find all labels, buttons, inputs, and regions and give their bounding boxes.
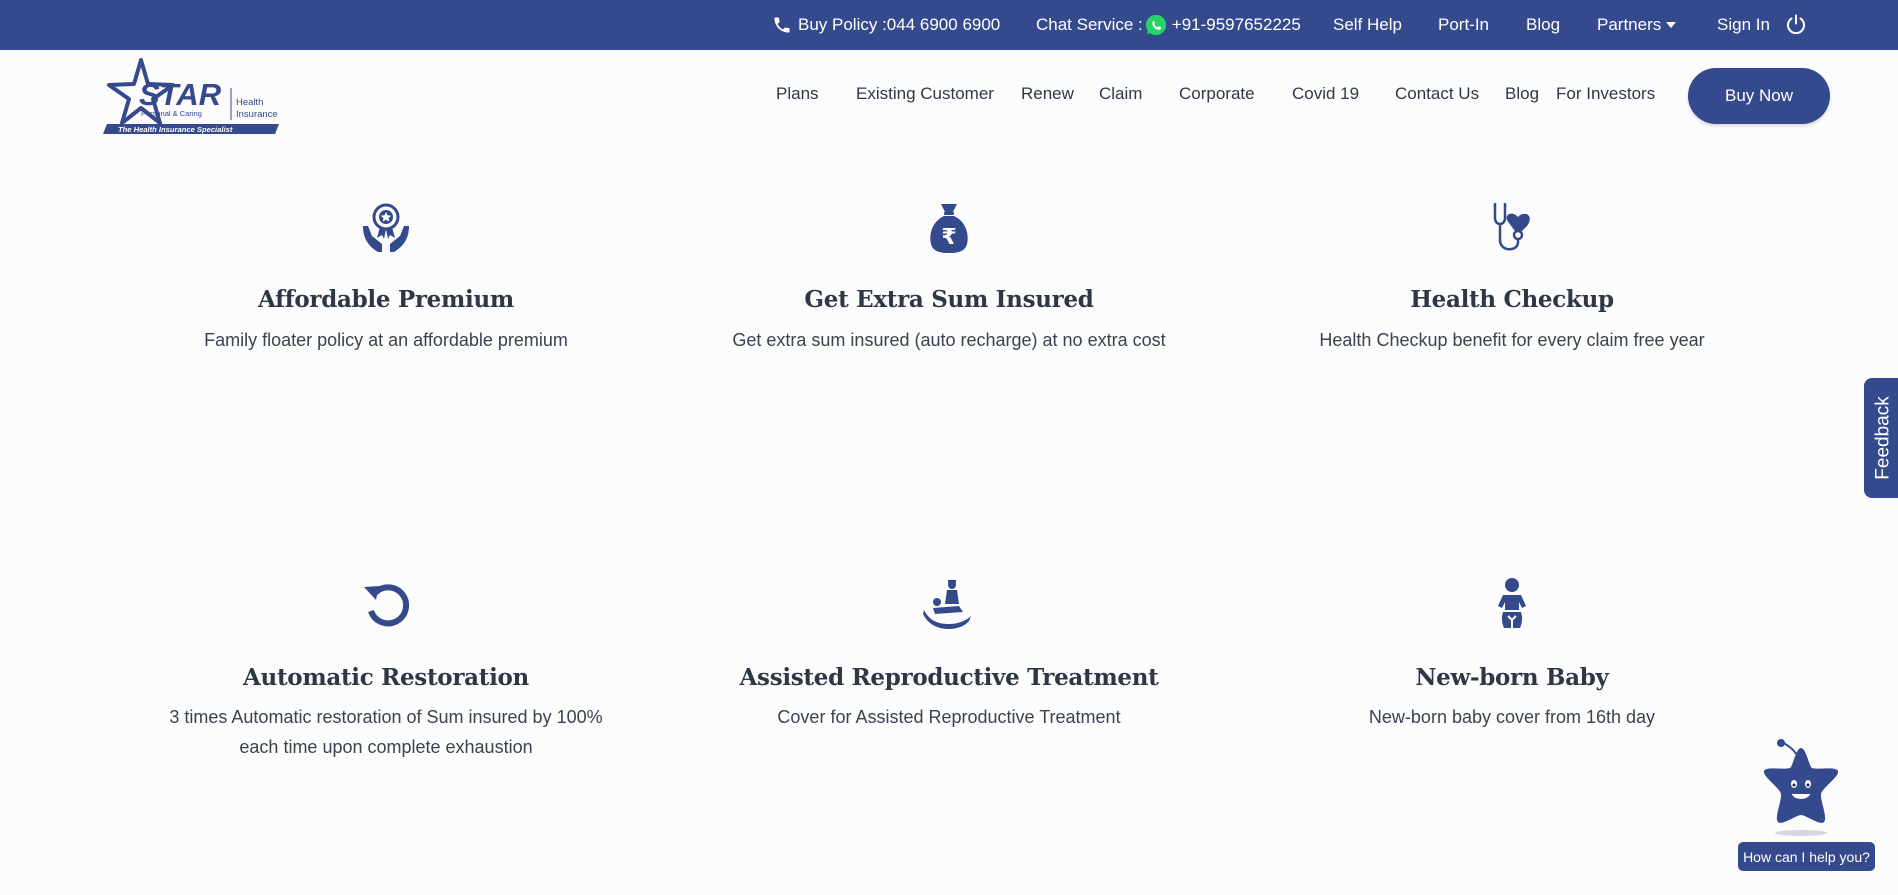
partners-label: Partners xyxy=(1597,15,1662,34)
chat-number: +91-9597652225 xyxy=(1171,15,1301,34)
phone-icon xyxy=(772,15,792,35)
partners-dropdown[interactable]: Partners xyxy=(1597,0,1677,50)
chatbot-star-mascot[interactable] xyxy=(1756,738,1846,838)
nav-contact-us[interactable]: Contact Us xyxy=(1395,84,1479,104)
logo-insurance: Insurance xyxy=(236,109,278,120)
chat-service-link[interactable]: Chat Service : +91-9597652225 xyxy=(1036,0,1301,50)
sign-in-label: Sign In xyxy=(1717,15,1770,34)
feature-extra-sum-insured: ₹ Get Extra Sum Insured Get extra sum in… xyxy=(689,198,1209,355)
top-bar: Buy Policy :044 6900 6900 Chat Service :… xyxy=(0,0,1898,50)
port-in-label: Port-In xyxy=(1438,15,1490,34)
feature-title: New-born Baby xyxy=(1415,664,1609,691)
feature-automatic-restoration: Automatic Restoration 3 times Automatic … xyxy=(126,576,646,762)
top-blog-link[interactable]: Blog xyxy=(1526,0,1560,50)
nav-for-investors[interactable]: For Investors xyxy=(1556,84,1655,104)
nav-covid[interactable]: Covid 19 xyxy=(1292,84,1359,104)
logo-tagline: The Health Insurance Specialist xyxy=(118,125,233,134)
nav-plans[interactable]: Plans xyxy=(776,84,819,104)
svg-text:₹: ₹ xyxy=(941,225,956,250)
award-hands-icon xyxy=(356,198,416,258)
feature-title: Affordable Premium xyxy=(258,286,514,313)
feature-title: Automatic Restoration xyxy=(243,664,529,691)
nav-claim[interactable]: Claim xyxy=(1099,84,1142,104)
feature-health-checkup: Health Checkup Health Checkup benefit fo… xyxy=(1252,198,1772,355)
feature-description-line-1: 3 times Automatic restoration of Sum ins… xyxy=(169,707,603,727)
power-icon xyxy=(1784,13,1808,37)
feature-title: Get Extra Sum Insured xyxy=(804,286,1094,313)
feature-title: Health Checkup xyxy=(1410,286,1614,313)
stethoscope-heart-icon xyxy=(1482,198,1542,258)
chat-service-label: Chat Service : xyxy=(1036,15,1143,34)
star-health-logo[interactable]: STAR Personal & Caring Health Insurance … xyxy=(103,58,281,136)
feature-description: Family floater policy at an affordable p… xyxy=(204,330,568,350)
feature-description-line-2: each time upon complete exhaustion xyxy=(239,737,533,757)
feature-description: Health Checkup benefit for every claim f… xyxy=(1319,330,1705,350)
feature-new-born-baby: New-born Baby New-born baby cover from 1… xyxy=(1252,576,1772,732)
sign-in-link[interactable]: Sign In xyxy=(1717,0,1808,50)
self-help-label: Self Help xyxy=(1333,15,1402,34)
rupee-bag-icon: ₹ xyxy=(919,198,979,258)
reproductive-treatment-icon xyxy=(919,576,979,636)
top-blog-label: Blog xyxy=(1526,15,1561,34)
caret-down-icon xyxy=(1666,22,1677,28)
logo-health: Health xyxy=(236,97,263,108)
nav-renew[interactable]: Renew xyxy=(1021,84,1074,104)
feature-title: Assisted Reproductive Treatment xyxy=(739,664,1159,691)
feature-assisted-reproductive-treatment: Assisted Reproductive Treatment Cover fo… xyxy=(689,576,1209,732)
self-help-link[interactable]: Self Help xyxy=(1333,0,1402,50)
logo-name: STAR xyxy=(139,77,222,112)
restore-icon xyxy=(356,576,416,636)
buy-policy-link[interactable]: Buy Policy :044 6900 6900 xyxy=(772,0,1000,50)
main-header: STAR Personal & Caring Health Insurance … xyxy=(0,50,1898,140)
buy-now-button[interactable]: Buy Now xyxy=(1688,68,1830,124)
baby-icon xyxy=(1482,576,1542,636)
nav-corporate[interactable]: Corporate xyxy=(1179,84,1255,104)
whatsapp-icon xyxy=(1145,14,1167,36)
feature-description: New-born baby cover from 16th day xyxy=(1368,707,1656,727)
nav-existing-customer[interactable]: Existing Customer xyxy=(856,84,994,104)
buy-policy-text: Buy Policy :044 6900 6900 xyxy=(798,15,1001,34)
feature-description: Cover for Assisted Reproductive Treatmen… xyxy=(777,707,1121,727)
port-in-link[interactable]: Port-In xyxy=(1438,0,1489,50)
logo-sub: Personal & Caring xyxy=(141,109,202,118)
nav-blog[interactable]: Blog xyxy=(1505,84,1539,104)
feature-affordable-premium: Affordable Premium Family floater policy… xyxy=(126,198,646,355)
feedback-label: Feedback xyxy=(1873,396,1895,480)
feature-description: Get extra sum insured (auto recharge) at… xyxy=(732,330,1166,350)
feedback-tab[interactable]: Feedback xyxy=(1864,378,1898,498)
chatbot-help-button[interactable]: How can I help you? xyxy=(1738,842,1875,871)
